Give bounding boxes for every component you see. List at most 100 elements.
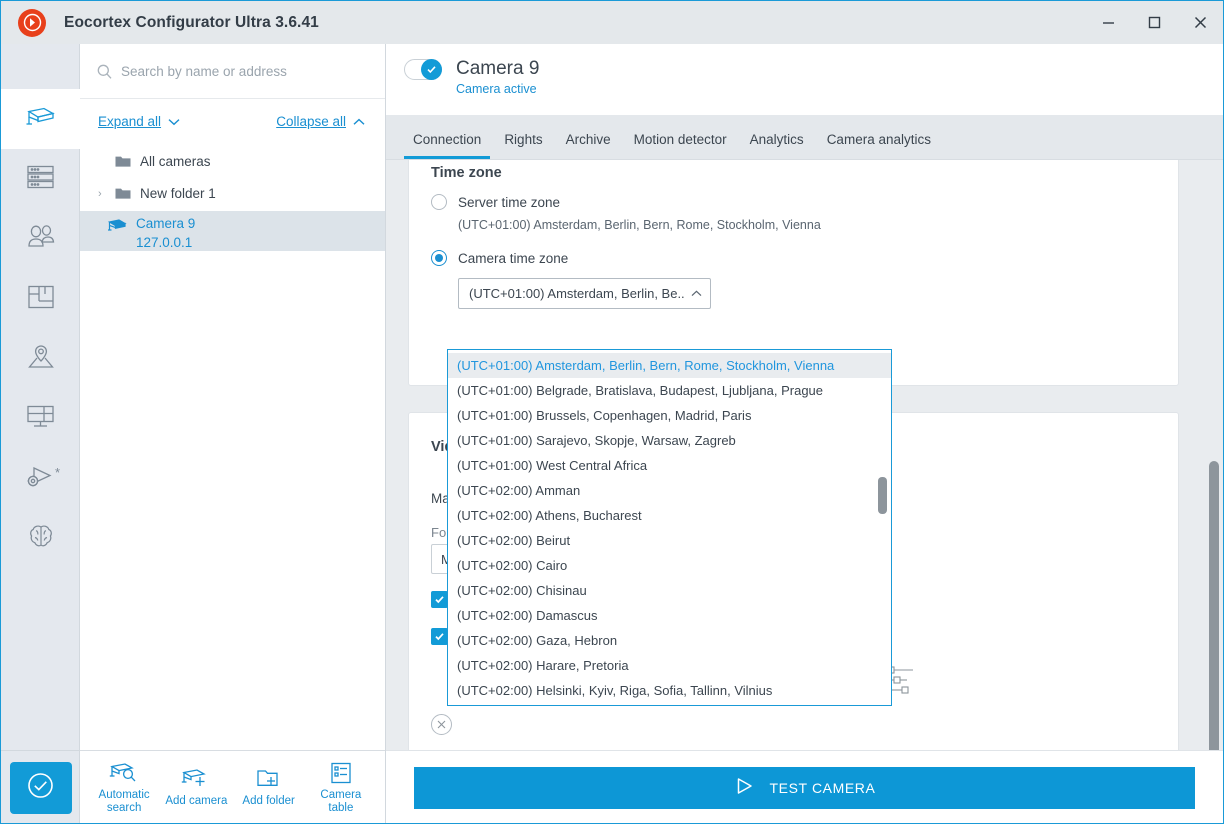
timezone-option[interactable]: (UTC+02:00) Damascus	[448, 603, 891, 628]
timezone-option[interactable]: (UTC+01:00) Brussels, Copenhagen, Madrid…	[448, 403, 891, 428]
timezone-option-list: (UTC+01:00) Amsterdam, Berlin, Bern, Rom…	[448, 350, 891, 703]
timezone-option[interactable]: (UTC+02:00) Amman	[448, 478, 891, 503]
server-timezone-radio-row[interactable]: Server time zone	[431, 194, 821, 210]
timezone-option[interactable]: (UTC+02:00) Harare, Pretoria	[448, 653, 891, 678]
sidebar-item-maps[interactable]	[1, 329, 80, 389]
expand-all-button[interactable]: Expand all	[98, 114, 180, 129]
rail-footer	[1, 750, 80, 823]
sidebar-item-servers[interactable]	[1, 149, 80, 209]
camera-table-button[interactable]: Camera table	[307, 761, 375, 815]
camera-timezone-combobox[interactable]: (UTC+01:00) Amsterdam, Berlin, Be..	[458, 278, 711, 309]
server-timezone-radio[interactable]	[431, 194, 447, 210]
chevron-up-icon	[353, 114, 365, 129]
page-title: Camera 9	[456, 58, 540, 79]
stream-checkbox-1[interactable]	[431, 591, 448, 608]
tree-node-all-cameras[interactable]: All cameras	[80, 147, 385, 179]
settings-footer: TEST CAMERA	[386, 750, 1223, 823]
tab-motion-detector[interactable]: Motion detector	[625, 132, 736, 159]
table-icon	[329, 761, 353, 785]
camera-timezone-radio[interactable]	[431, 250, 447, 266]
automation-badge: *	[54, 464, 61, 480]
close-button[interactable]	[1177, 1, 1223, 44]
timezone-option[interactable]: (UTC+01:00) Amsterdam, Berlin, Bern, Rom…	[448, 353, 891, 378]
timezone-option[interactable]: (UTC+02:00) Beirut	[448, 528, 891, 553]
timezone-option[interactable]: (UTC+01:00) Sarajevo, Skopje, Warsaw, Za…	[448, 428, 891, 453]
tree-chevron-placeholder	[98, 147, 115, 156]
camera-icon	[26, 105, 56, 134]
stream-checkbox-2[interactable]	[431, 628, 448, 645]
toggle-knob	[421, 58, 442, 80]
tab-rights[interactable]: Rights	[495, 132, 551, 159]
tool-label-line1: Automatic	[98, 788, 150, 801]
collapse-all-button[interactable]: Collapse all	[276, 114, 365, 129]
camera-status-label: Camera active	[456, 82, 537, 96]
timezone-option[interactable]: (UTC+01:00) West Central Africa	[448, 453, 891, 478]
add-camera-button[interactable]: Add camera	[162, 767, 230, 808]
collapse-all-label: Collapse all	[276, 113, 346, 129]
maximize-button[interactable]	[1131, 1, 1177, 44]
dropdown-scrollbar-thumb[interactable]	[878, 477, 887, 514]
tool-label-line1: Add camera	[165, 795, 228, 807]
app-logo-icon	[18, 8, 46, 37]
chevron-down-icon	[168, 114, 180, 129]
timezone-option[interactable]: (UTC+02:00) Gaza, Hebron	[448, 628, 891, 653]
timezone-option[interactable]: (UTC+02:00) Helsinki, Kyiv, Riga, Sofia,…	[448, 678, 891, 703]
sidebar-item-neuro[interactable]	[1, 509, 80, 569]
tree-expand-chevron-icon[interactable]: ›	[98, 179, 115, 200]
tab-analytics[interactable]: Analytics	[741, 132, 813, 159]
play-icon	[734, 776, 754, 799]
minimize-button[interactable]	[1085, 1, 1131, 44]
tab-archive[interactable]: Archive	[557, 132, 620, 159]
apply-settings-button[interactable]	[9, 761, 72, 814]
clear-icon[interactable]	[431, 714, 452, 735]
application-window: Eocortex Configurator Ultra 3.6.41 * Sea…	[0, 0, 1224, 824]
tab-camera-analytics[interactable]: Camera analytics	[818, 132, 940, 159]
sidebar-item-users[interactable]	[1, 209, 80, 269]
camera-timezone-value: (UTC+01:00) Amsterdam, Berlin, Be..	[469, 286, 685, 301]
camera-icon	[107, 211, 127, 233]
tool-label-line1: Camera	[320, 788, 362, 801]
camera-enabled-toggle[interactable]	[404, 58, 442, 80]
tree-controls: Expand all Collapse all	[80, 99, 385, 143]
window-controls	[1085, 1, 1223, 44]
layout-icon	[27, 405, 54, 434]
expand-all-label: Expand all	[98, 113, 162, 129]
timezone-option[interactable]: (UTC+01:00) Belgrade, Bratislava, Budape…	[448, 378, 891, 403]
camera-search-icon	[109, 761, 139, 785]
folder-icon	[115, 147, 131, 168]
camera-tree-panel: Expand all Collapse all All cameras	[80, 44, 386, 823]
tree-camera-text: Camera 9 127.0.0.1	[136, 211, 195, 252]
timezone-dropdown[interactable]: (UTC+01:00) Amsterdam, Berlin, Bern, Rom…	[447, 349, 892, 706]
tree-node-new-folder-1[interactable]: › New folder 1	[80, 179, 385, 211]
brain-icon	[28, 524, 54, 554]
title-bar: Eocortex Configurator Ultra 3.6.41	[1, 1, 1223, 44]
camera-header: Camera 9 Camera active	[386, 44, 1223, 115]
folder-plus-icon	[255, 767, 283, 791]
server-timezone-value: (UTC+01:00) Amsterdam, Berlin, Bern, Rom…	[458, 218, 821, 232]
timezone-option[interactable]: (UTC+02:00) Athens, Bucharest	[448, 503, 891, 528]
tree-camera-name: Camera 9	[136, 216, 196, 231]
camera-timezone-radio-row[interactable]: Camera time zone	[431, 250, 821, 266]
sidebar-item-automation[interactable]: *	[1, 449, 80, 509]
timezone-option[interactable]: (UTC+02:00) Cairo	[448, 553, 891, 578]
test-camera-button[interactable]: TEST CAMERA	[414, 766, 1195, 809]
sidebar-item-floorplans[interactable]	[1, 269, 80, 329]
search-input[interactable]	[121, 63, 371, 79]
camera-header-row: Camera 9	[404, 58, 1223, 80]
sidebar-item-cameras[interactable]	[1, 89, 80, 149]
settings-scrollbar[interactable]	[1209, 281, 1219, 780]
timezone-option[interactable]: (UTC+02:00) Chisinau	[448, 578, 891, 603]
tree-list: All cameras › New folder 1 Camera 9 127.…	[80, 143, 385, 251]
search-row	[80, 44, 385, 99]
add-folder-button[interactable]: Add folder	[235, 767, 303, 808]
navigation-rail: *	[1, 44, 80, 823]
tree-node-camera-9[interactable]: Camera 9 127.0.0.1	[80, 211, 385, 251]
sidebar-item-views[interactable]	[1, 389, 80, 449]
tab-connection[interactable]: Connection	[404, 132, 491, 159]
map-pin-icon	[27, 344, 55, 374]
automatic-search-button[interactable]: Automatic search	[90, 761, 158, 815]
settings-scrollbar-thumb[interactable]	[1209, 461, 1219, 780]
settings-tabs: Connection Rights Archive Motion detecto…	[386, 115, 1223, 160]
timezone-section-title: Time zone	[431, 165, 502, 181]
automation-icon	[26, 465, 56, 494]
